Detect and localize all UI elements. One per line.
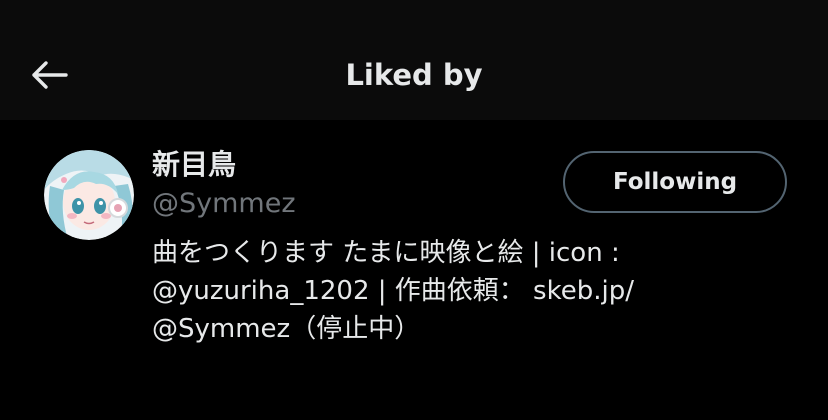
avatar-illustration <box>44 150 134 240</box>
user-cell[interactable]: 新目鳥 @Symmez Following 曲をつくります たまに映像と絵 | … <box>0 120 828 420</box>
page-title: Liked by <box>345 58 483 92</box>
top-bar: Liked by <box>0 0 828 120</box>
liked-by-screen: Liked by 新目鳥 @Symmez Following 曲をつくります た… <box>0 0 828 420</box>
following-button[interactable]: Following <box>563 151 787 213</box>
display-name[interactable]: 新目鳥 <box>152 146 236 184</box>
avatar[interactable] <box>44 150 134 240</box>
bio-line: 曲をつくります たまに映像と絵 | icon : <box>152 238 620 268</box>
bio-line: @yuzuriha_1202 | 作曲依頼： skeb.jp/ <box>152 276 634 306</box>
user-bio: 曲をつくります たまに映像と絵 | icon : @yuzuriha_1202 … <box>152 234 802 348</box>
user-handle[interactable]: @Symmez <box>152 186 296 222</box>
bio-line: @Symmez（停止中） <box>152 314 421 344</box>
